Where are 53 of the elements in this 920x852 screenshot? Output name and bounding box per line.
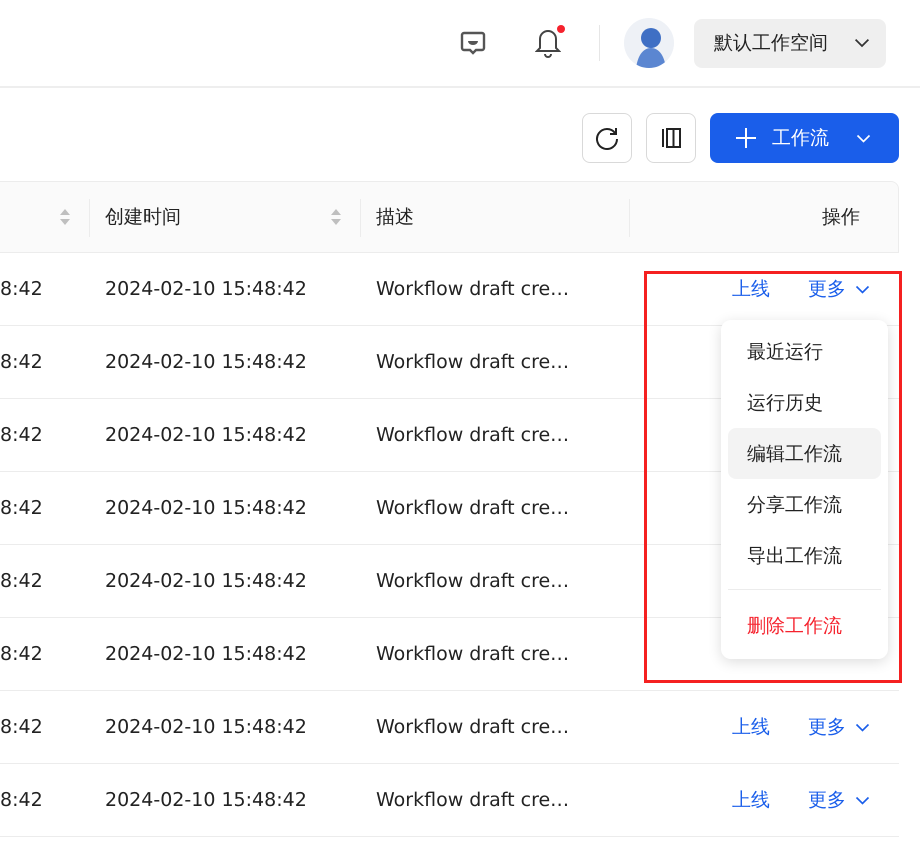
columns-icon [659, 126, 683, 150]
online-link[interactable]: 上线 [732, 787, 770, 813]
table-cell: Workflow draft cre… [376, 789, 570, 811]
table-cell: Workflow draft cre… [376, 497, 570, 519]
table-cell: 2024-02-10 15:48:42 [105, 789, 307, 811]
menu-item[interactable]: 分享工作流 [728, 479, 881, 530]
table-cell: Workflow draft cre… [376, 570, 570, 592]
table-cell: 2024-02-10 15:48:42 [105, 424, 307, 446]
table-cell: Workflow draft cre… [376, 351, 570, 373]
chevron-down-icon [855, 722, 870, 732]
table-cell: 8:42 [0, 789, 43, 811]
columns-button[interactable] [646, 113, 696, 163]
menu-item[interactable]: 运行历史 [728, 377, 881, 428]
table-cell: Workflow draft cre… [376, 278, 570, 300]
column-header: 操作 [822, 205, 860, 230]
table-cell: 8:42 [0, 424, 43, 446]
more-link[interactable]: 更多 [808, 276, 870, 302]
table-cell: 2024-02-10 15:48:42 [105, 351, 307, 373]
table-cell: 8:42 [0, 643, 43, 665]
table-cell: 8:42 [0, 716, 43, 738]
chevron-down-icon [855, 284, 870, 294]
menu-item[interactable]: 删除工作流 [728, 600, 881, 651]
workspace-selector[interactable]: 默认工作空间 [694, 18, 886, 68]
table-cell: 8:42 [0, 351, 43, 373]
refresh-button[interactable] [582, 113, 632, 163]
table-cell: 8:42 [0, 497, 43, 519]
menu-item[interactable]: 导出工作流 [728, 530, 881, 581]
chat-icon[interactable] [459, 29, 487, 57]
plus-icon [736, 128, 756, 148]
more-link[interactable]: 更多 [808, 714, 870, 740]
refresh-icon [594, 125, 620, 151]
column-header: 创建时间 [105, 205, 181, 230]
table-cell: 2024-02-10 15:48:42 [105, 497, 307, 519]
new-workflow-button[interactable]: 工作流 [710, 113, 899, 163]
online-link[interactable]: 上线 [732, 276, 770, 302]
bell-icon[interactable] [535, 28, 561, 58]
chevron-down-icon [855, 796, 870, 804]
table-cell: 8:42 [0, 570, 43, 592]
more-link[interactable]: 更多 [808, 787, 870, 813]
table-cell: Workflow draft cre… [376, 643, 570, 665]
chevron-down-icon [854, 38, 870, 48]
column-header: 描述 [376, 205, 414, 230]
table-cell: 8:42 [0, 278, 43, 300]
menu-item[interactable]: 编辑工作流 [728, 428, 881, 479]
menu-item[interactable]: 最近运行 [728, 326, 881, 377]
online-link[interactable]: 上线 [732, 714, 770, 740]
table-cell: 2024-02-10 15:48:42 [105, 278, 307, 300]
table-cell: 2024-02-10 15:48:42 [105, 716, 307, 738]
table-cell: Workflow draft cre… [376, 424, 570, 446]
chevron-down-icon [856, 134, 871, 142]
table-cell: 2024-02-10 15:48:42 [105, 643, 307, 665]
table-cell: Workflow draft cre… [376, 716, 570, 738]
table-cell: 2024-02-10 15:48:42 [105, 570, 307, 592]
